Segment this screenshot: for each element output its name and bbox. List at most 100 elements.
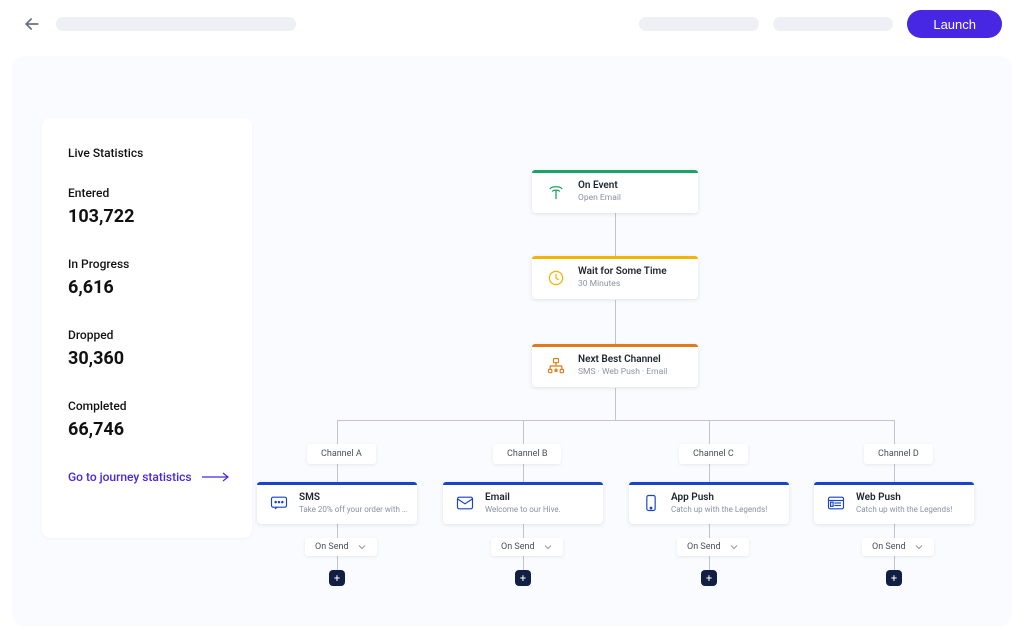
connector: [337, 464, 338, 482]
chevron-down-icon: [729, 542, 739, 552]
onsend-dropdown[interactable]: On Send: [862, 538, 934, 556]
onsend-dropdown[interactable]: On Send: [305, 538, 377, 556]
stat-dropped: Dropped 30,360: [68, 328, 232, 369]
channel-sms[interactable]: SMS Take 20% off your order with code ..…: [257, 482, 417, 524]
connector: [337, 556, 338, 570]
connector: [337, 524, 338, 538]
onsend-label: On Send: [315, 542, 349, 552]
stat-label: Dropped: [68, 328, 232, 342]
placeholder-pill: [56, 17, 296, 31]
node-accent: [629, 482, 789, 485]
stat-inprogress: In Progress 6,616: [68, 257, 232, 298]
connector: [894, 464, 895, 482]
channel-webpush[interactable]: Web Push Catch up with the Legends!: [814, 482, 974, 524]
launch-button[interactable]: Launch: [907, 10, 1002, 38]
node-next-best-channel[interactable]: Next Best Channel SMS · Web Push · Email: [532, 344, 698, 387]
node-title: On Event: [578, 180, 621, 191]
node-accent: [814, 482, 974, 485]
topbar: Launch: [0, 0, 1024, 48]
stat-label: In Progress: [68, 257, 232, 271]
stat-label: Completed: [68, 399, 232, 413]
journey-statistics-link[interactable]: Go to journey statistics: [68, 470, 230, 484]
arrow-right-long-icon: [202, 472, 230, 482]
live-statistics-card: Live Statistics Entered 103,722 In Progr…: [42, 118, 252, 538]
connector: [615, 213, 616, 256]
node-sub: Welcome to our Hive.: [485, 505, 561, 514]
connector: [709, 524, 710, 538]
connector: [523, 420, 524, 444]
journey-canvas: Live Statistics Entered 103,722 In Progr…: [12, 56, 1012, 626]
channel-label: Channel D: [864, 444, 933, 464]
stat-label: Entered: [68, 186, 232, 200]
stat-value: 66,746: [68, 419, 232, 440]
chevron-down-icon: [543, 542, 553, 552]
add-step-button[interactable]: +: [515, 570, 531, 586]
stat-value: 6,616: [68, 277, 232, 298]
node-title: SMS: [299, 492, 409, 503]
placeholder-pill: [639, 17, 759, 31]
node-title: App Push: [671, 492, 767, 503]
hierarchy-star-icon: [546, 356, 566, 376]
connector: [894, 524, 895, 538]
node-sub: Open Email: [578, 193, 621, 203]
node-accent: [532, 170, 698, 173]
node-title: Web Push: [856, 492, 952, 503]
node-accent: [443, 482, 603, 485]
add-step-button[interactable]: +: [329, 570, 345, 586]
channel-label: Channel B: [493, 444, 561, 464]
connector: [523, 556, 524, 570]
spacer: [310, 17, 625, 31]
connector: [337, 420, 338, 444]
stat-completed: Completed 66,746: [68, 399, 232, 440]
add-step-button[interactable]: +: [701, 570, 717, 586]
connector: [523, 524, 524, 538]
onsend-dropdown[interactable]: On Send: [491, 538, 563, 556]
node-sub: Catch up with the Legends!: [856, 505, 952, 514]
node-wait[interactable]: Wait for Some Time 30 Minutes: [532, 256, 698, 299]
connector: [337, 420, 894, 421]
node-sub: SMS · Web Push · Email: [578, 367, 667, 377]
onsend-label: On Send: [501, 542, 535, 552]
channel-apppush[interactable]: App Push Catch up with the Legends!: [629, 482, 789, 524]
stat-value: 30,360: [68, 348, 232, 369]
add-step-button[interactable]: +: [886, 570, 902, 586]
chevron-down-icon: [357, 542, 367, 552]
onsend-label: On Send: [872, 542, 906, 552]
connector: [523, 464, 524, 482]
connector: [709, 420, 710, 444]
clock-icon: [546, 268, 566, 288]
node-sub: Take 20% off your order with code ...: [299, 505, 409, 514]
connector: [894, 420, 895, 444]
connector: [615, 388, 616, 420]
node-accent: [532, 256, 698, 259]
connector: [709, 464, 710, 482]
email-icon: [455, 493, 475, 513]
node-sub: Catch up with the Legends!: [671, 505, 767, 514]
stat-entered: Entered 103,722: [68, 186, 232, 227]
onsend-dropdown[interactable]: On Send: [677, 538, 749, 556]
node-accent: [532, 344, 698, 347]
sms-icon: [269, 493, 289, 513]
node-sub: 30 Minutes: [578, 279, 667, 289]
browser-icon: [826, 493, 846, 513]
stat-value: 103,722: [68, 206, 232, 227]
channel-label: Channel C: [679, 444, 748, 464]
node-title: Next Best Channel: [578, 354, 667, 365]
node-accent: [257, 482, 417, 485]
onsend-label: On Send: [687, 542, 721, 552]
connector: [615, 300, 616, 344]
node-title: Email: [485, 492, 561, 503]
broadcast-icon: [546, 182, 566, 202]
node-on-event[interactable]: On Event Open Email: [532, 170, 698, 213]
phone-icon: [641, 493, 661, 513]
link-label: Go to journey statistics: [68, 470, 192, 484]
connector: [894, 556, 895, 570]
stats-title: Live Statistics: [68, 146, 232, 160]
placeholder-pill: [773, 17, 893, 31]
connector: [709, 556, 710, 570]
channel-email[interactable]: Email Welcome to our Hive.: [443, 482, 603, 524]
back-arrow-icon[interactable]: [22, 14, 42, 34]
channel-label: Channel A: [307, 444, 376, 464]
chevron-down-icon: [914, 542, 924, 552]
node-title: Wait for Some Time: [578, 266, 667, 277]
